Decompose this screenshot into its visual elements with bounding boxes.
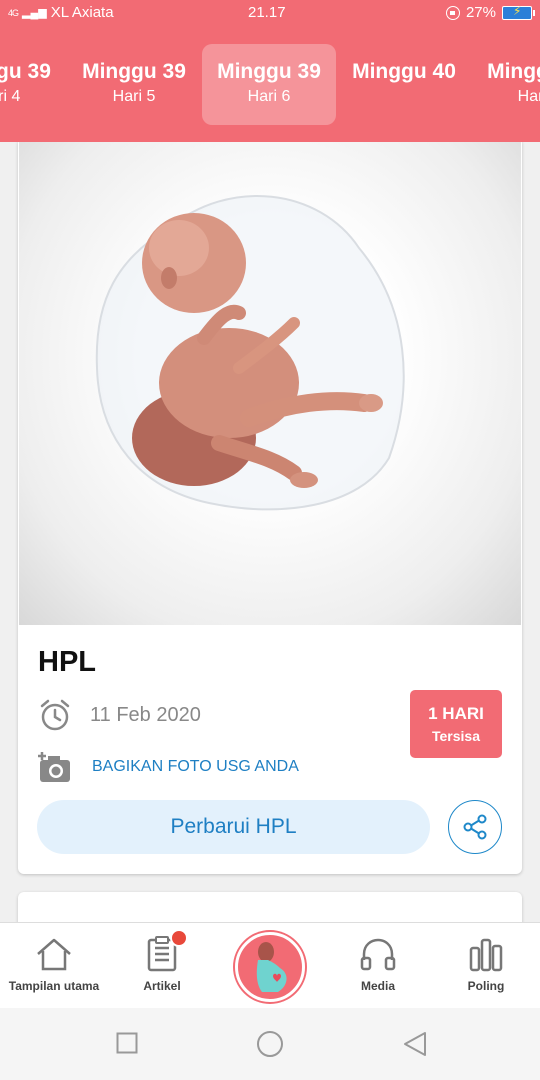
tab-week-label: Minggu 39 [0, 60, 51, 83]
status-right: 27% ⚡ [445, 4, 535, 21]
status-bar: 4G ▂▄▆ XL Axiata 21.17 27% ⚡ [0, 0, 540, 28]
back-triangle-icon [404, 1032, 426, 1056]
tab-minggu-40[interactable]: Minggu 40 [337, 44, 471, 125]
share-icon [463, 814, 487, 840]
back-button[interactable] [402, 1030, 428, 1063]
notification-dot [170, 929, 188, 947]
pregnant-woman-icon [256, 942, 287, 992]
tab-day-label: Hari 1 [517, 88, 540, 105]
days-count: 1 HARI [428, 704, 484, 723]
share-photo-label: BAGIKAN FOTO USG ANDA [92, 758, 299, 775]
due-date: 11 Feb 2020 [90, 703, 201, 726]
next-card [18, 892, 522, 922]
lock-icon [445, 5, 460, 20]
update-hpl-button[interactable]: Perbarui HPL [37, 800, 430, 854]
share-usg-photo-link[interactable]: BAGIKAN FOTO USG ANDA [36, 750, 299, 784]
home-icon [0, 935, 108, 973]
tab-day-label: Hari 4 [0, 88, 21, 105]
square-icon [116, 1032, 138, 1054]
share-button[interactable] [448, 800, 502, 854]
tab-week-label: Minggu 40 [487, 60, 540, 83]
tab-minggu-40-hari-1[interactable]: Minggu 40 Hari 1 [472, 44, 540, 125]
system-nav-bar [0, 1008, 540, 1080]
tab-day-label: Hari 6 [247, 88, 291, 105]
clock: 21.17 [248, 4, 286, 21]
headphones-icon [324, 935, 432, 973]
nav-media-label: Media [360, 979, 395, 993]
signal-icon: ▂▄▆ [22, 7, 47, 19]
tab-minggu-39-hari-4[interactable]: Minggu 39 Hari 4 [0, 44, 66, 125]
battery-percent: 27% [465, 4, 496, 21]
circle-icon [257, 1031, 283, 1057]
nav-home-label: Tampilan utama [8, 979, 100, 993]
nav-article[interactable]: Artikel [108, 929, 216, 993]
article-icon [108, 929, 216, 973]
nav-article-label: Artikel [143, 979, 181, 993]
fetus-illustration [19, 142, 521, 625]
poll-icon [432, 935, 540, 973]
tab-minggu-39-hari-5[interactable]: Minggu 39 Hari 5 [67, 44, 201, 125]
hpl-card: HPL 11 Feb 2020 1 HARI Tersisa BAGIKAN F… [18, 142, 522, 874]
content-scroll[interactable]: HPL 11 Feb 2020 1 HARI Tersisa BAGIKAN F… [0, 142, 540, 922]
status-left: 4G ▂▄▆ XL Axiata [8, 4, 114, 21]
nav-media[interactable]: Media [324, 935, 432, 993]
days-label: Tersisa [432, 728, 480, 744]
nav-poll-label: Poling [467, 979, 505, 993]
tab-week-label: Minggu 40 [352, 60, 456, 83]
pregnancy-home-button[interactable] [235, 932, 305, 1002]
due-date-row: 11 Feb 2020 [38, 698, 201, 732]
battery-icon: ⚡ [502, 4, 535, 20]
add-photo-icon [38, 752, 70, 782]
bottom-nav: Tampilan utama Artikel Media Poling [0, 922, 540, 1008]
hpl-title: HPL [38, 646, 96, 678]
tab-day-label: Hari 5 [112, 88, 156, 105]
network-type: 4G [8, 7, 19, 18]
nav-poll[interactable]: Poling [432, 935, 540, 993]
recent-apps-button[interactable] [116, 1032, 138, 1059]
home-system-button[interactable] [256, 1030, 284, 1063]
week-tabs: Minggu 39 Hari 4 Minggu 39 Hari 5 Minggu… [0, 28, 540, 142]
nav-home[interactable]: Tampilan utama [0, 935, 108, 993]
tab-week-label: Minggu 39 [217, 60, 321, 83]
tab-week-label: Minggu 39 [82, 60, 186, 83]
days-remaining-badge: 1 HARI Tersisa [410, 690, 502, 758]
alarm-clock-icon [40, 699, 70, 731]
carrier-name: XL Axiata [50, 4, 114, 21]
tab-minggu-39-hari-6[interactable]: Minggu 39 Hari 6 [202, 44, 336, 125]
